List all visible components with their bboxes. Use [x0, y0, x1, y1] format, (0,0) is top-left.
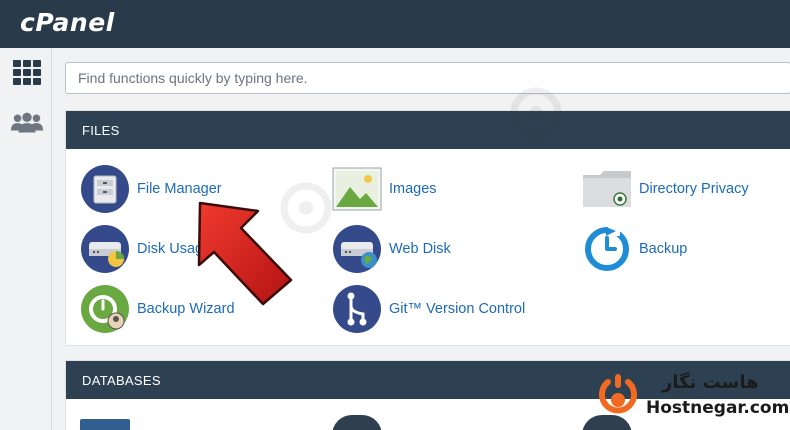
- backup-label: Backup: [639, 241, 688, 257]
- file-manager-label: File Manager: [137, 181, 222, 197]
- watermark-logo-icon: [280, 182, 332, 234]
- hostnegar-logo-icon: [599, 374, 637, 414]
- files-panel-header[interactable]: FILES: [66, 111, 790, 149]
- web-disk-icon: [332, 224, 382, 274]
- disk-usage-icon: [80, 224, 130, 274]
- directory-privacy-label: Directory Privacy: [639, 181, 749, 197]
- backup-icon: [582, 224, 632, 274]
- backup-wizard-link[interactable]: Backup Wizard: [80, 283, 235, 335]
- disk-usage-link[interactable]: Disk Usage: [80, 223, 211, 275]
- backup-wizard-label: Backup Wizard: [137, 301, 235, 317]
- git-version-control-label: Git™ Version Control: [389, 301, 526, 317]
- images-label: Images: [389, 181, 437, 197]
- disk-usage-label: Disk Usage: [137, 241, 212, 257]
- backup-link[interactable]: Backup: [582, 223, 687, 275]
- watermark-logo-icon: [510, 87, 562, 139]
- users-icon[interactable]: [10, 108, 44, 138]
- database-icon[interactable]: [332, 415, 382, 430]
- files-panel: FILES File Manager Images Directory Priv…: [65, 87, 790, 346]
- search-input[interactable]: Find functions quickly by typing here.: [65, 62, 790, 94]
- hostnegar-en-name: Hostnegar.com: [646, 398, 790, 418]
- top-bar: cPanel: [0, 0, 790, 48]
- web-disk-label: Web Disk: [389, 241, 451, 257]
- file-manager-icon: [80, 164, 130, 214]
- database-icon[interactable]: [80, 419, 130, 430]
- hostnegar-watermark: هاست نگار Hostnegar.com: [596, 370, 790, 426]
- grid-icon[interactable]: [10, 58, 44, 88]
- images-icon: [332, 164, 382, 214]
- directory-privacy-icon: [582, 164, 632, 214]
- sidebar: [0, 48, 52, 430]
- backup-wizard-icon: [80, 284, 130, 334]
- web-disk-link[interactable]: Web Disk: [332, 223, 451, 275]
- images-link[interactable]: Images: [332, 163, 437, 215]
- git-icon: [332, 284, 382, 334]
- directory-privacy-link[interactable]: Directory Privacy: [582, 163, 749, 215]
- cpanel-logo[interactable]: cPanel: [20, 8, 115, 37]
- file-manager-link[interactable]: File Manager: [80, 163, 222, 215]
- hostnegar-fa-name: هاست نگار: [662, 372, 759, 393]
- git-version-control-link[interactable]: Git™ Version Control: [332, 283, 525, 335]
